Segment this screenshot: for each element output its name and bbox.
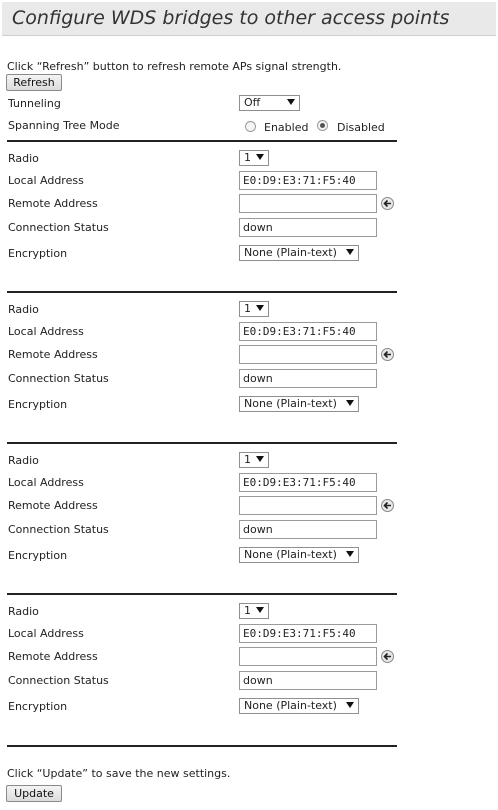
stp-enabled-radio[interactable] — [245, 121, 256, 132]
chevron-down-icon — [346, 702, 354, 708]
radio-select[interactable]: 1 — [239, 150, 269, 166]
arrow-left-icon — [383, 350, 391, 359]
encryption-label: Encryption — [8, 398, 68, 411]
radio-select[interactable]: 1 — [239, 301, 269, 317]
local-address-label: Local Address — [8, 174, 84, 187]
radio-label: Radio — [8, 303, 39, 316]
section-divider — [7, 442, 397, 444]
section-divider — [7, 291, 397, 293]
connection-status-field: down — [239, 520, 377, 539]
remote-address-label: Remote Address — [8, 197, 98, 210]
remote-address-field[interactable] — [239, 194, 377, 213]
encryption-select[interactable]: None (Plain-text) — [239, 698, 359, 714]
encryption-value: None (Plain-text) — [244, 397, 337, 410]
radio-label: Radio — [8, 152, 39, 165]
local-address-field[interactable]: E0:D9:E3:71:F5:40 — [239, 171, 377, 190]
tunneling-select[interactable]: Off — [239, 95, 300, 111]
radio-label: Radio — [8, 605, 39, 618]
local-address-label: Local Address — [8, 325, 84, 338]
chevron-down-icon — [256, 456, 264, 462]
local-address-label: Local Address — [8, 627, 84, 640]
section-divider — [7, 593, 397, 595]
encryption-select[interactable]: None (Plain-text) — [239, 245, 359, 261]
local-address-field[interactable]: E0:D9:E3:71:F5:40 — [239, 624, 377, 643]
stp-enabled-label: Enabled — [264, 121, 309, 134]
radio-label: Radio — [8, 454, 39, 467]
refresh-hint: Click “Refresh” button to refresh remote… — [7, 60, 342, 73]
local-address-field[interactable]: E0:D9:E3:71:F5:40 — [239, 322, 377, 341]
chevron-down-icon — [256, 305, 264, 311]
connection-status-field: down — [239, 671, 377, 690]
connection-status-field: down — [239, 369, 377, 388]
local-address-field[interactable]: E0:D9:E3:71:F5:40 — [239, 473, 377, 492]
chevron-down-icon — [346, 400, 354, 406]
connection-status-label: Connection Status — [8, 523, 109, 536]
stp-disabled-label: Disabled — [337, 121, 385, 134]
divider — [7, 745, 397, 747]
chevron-down-icon — [256, 154, 264, 160]
remote-address-field[interactable] — [239, 496, 377, 515]
local-address-label: Local Address — [8, 476, 84, 489]
add-remote-icon[interactable] — [381, 650, 394, 663]
arrow-left-icon — [383, 501, 391, 510]
tunneling-label: Tunneling — [8, 97, 61, 110]
connection-status-field: down — [239, 218, 377, 237]
section-divider — [7, 140, 397, 142]
page-title: Configure WDS bridges to other access po… — [12, 7, 450, 29]
add-remote-icon[interactable] — [381, 197, 394, 210]
encryption-select[interactable]: None (Plain-text) — [239, 547, 359, 563]
tunneling-value: Off — [244, 96, 261, 109]
encryption-value: None (Plain-text) — [244, 548, 337, 561]
radio-select[interactable]: 1 — [239, 603, 269, 619]
encryption-value: None (Plain-text) — [244, 699, 337, 712]
connection-status-label: Connection Status — [8, 674, 109, 687]
stp-label: Spanning Tree Mode — [8, 119, 120, 132]
add-remote-icon[interactable] — [381, 499, 394, 512]
encryption-label: Encryption — [8, 247, 68, 260]
connection-status-label: Connection Status — [8, 372, 109, 385]
arrow-left-icon — [383, 199, 391, 208]
remote-address-field[interactable] — [239, 345, 377, 364]
add-remote-icon[interactable] — [381, 348, 394, 361]
radio-value: 1 — [244, 453, 251, 466]
remote-address-label: Remote Address — [8, 650, 98, 663]
arrow-left-icon — [383, 652, 391, 661]
encryption-select[interactable]: None (Plain-text) — [239, 396, 359, 412]
encryption-label: Encryption — [8, 700, 68, 713]
stp-disabled-radio[interactable] — [317, 120, 328, 131]
radio-value: 1 — [244, 302, 251, 315]
connection-status-label: Connection Status — [8, 221, 109, 234]
remote-address-field[interactable] — [239, 647, 377, 666]
radio-value: 1 — [244, 604, 251, 617]
encryption-value: None (Plain-text) — [244, 246, 337, 259]
chevron-down-icon — [256, 607, 264, 613]
radio-value: 1 — [244, 151, 251, 164]
radio-select[interactable]: 1 — [239, 452, 269, 468]
refresh-button[interactable]: Refresh — [6, 74, 62, 91]
page-header: Configure WDS bridges to other access po… — [2, 2, 496, 36]
update-hint: Click “Update” to save the new settings. — [7, 767, 231, 780]
update-button[interactable]: Update — [6, 785, 62, 802]
remote-address-label: Remote Address — [8, 348, 98, 361]
chevron-down-icon — [287, 99, 295, 105]
remote-address-label: Remote Address — [8, 499, 98, 512]
chevron-down-icon — [346, 249, 354, 255]
chevron-down-icon — [346, 551, 354, 557]
encryption-label: Encryption — [8, 549, 68, 562]
